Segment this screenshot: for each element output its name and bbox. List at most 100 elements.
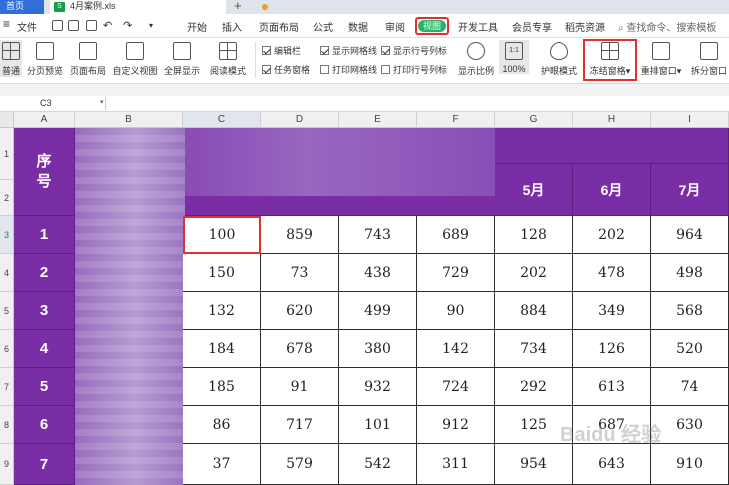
data-cell[interactable]: 132 [183,292,261,330]
check-formula-bar[interactable]: 编辑栏 [262,44,301,57]
active-cell[interactable]: 100 [183,216,261,254]
data-cell[interactable]: 185 [183,368,261,406]
data-cell[interactable]: 579 [261,444,339,485]
column-header[interactable]: C [183,112,261,128]
seq-cell[interactable]: 1 [14,216,75,254]
data-cell[interactable]: 734 [495,330,573,368]
data-cell[interactable]: 150 [183,254,261,292]
row-header[interactable]: 5 [0,292,14,330]
custom-view-button[interactable]: 自定义视图 [112,40,158,77]
data-cell[interactable]: 724 [417,368,495,406]
data-cell[interactable]: 438 [339,254,417,292]
seq-header-cell[interactable]: 序号 [14,128,75,216]
menu-tab-data[interactable]: 数据 [348,19,368,34]
select-all-corner[interactable] [0,112,14,128]
eye-protection-button[interactable]: 护眼模式 [539,40,579,77]
redo-icon[interactable]: ↷ [123,19,132,32]
column-header[interactable]: E [339,112,417,128]
data-cell[interactable]: 349 [573,292,651,330]
data-cell[interactable]: 932 [339,368,417,406]
column-header[interactable]: A [14,112,75,128]
row-header[interactable]: 7 [0,368,14,406]
menu-tab-insert[interactable]: 插入 [222,19,242,34]
seq-cell[interactable]: 6 [14,406,75,444]
menu-tab-docer[interactable]: 稻壳资源 [565,19,605,34]
page-break-preview-button[interactable]: 分页预览 [26,40,64,77]
menu-file[interactable]: 文件 [17,19,37,34]
seq-cell[interactable]: 4 [14,330,75,368]
column-header[interactable]: G [495,112,573,128]
row-header[interactable]: 8 [0,406,14,444]
data-cell[interactable]: 643 [573,444,651,485]
month-header-cell[interactable]: 6月 [573,164,651,216]
row-header[interactable]: 9 [0,444,14,485]
data-cell[interactable]: 910 [651,444,729,485]
data-cell[interactable]: 74 [651,368,729,406]
data-cell[interactable]: 202 [573,216,651,254]
data-cell[interactable]: 717 [261,406,339,444]
column-header[interactable]: F [417,112,495,128]
data-cell[interactable]: 86 [183,406,261,444]
menu-tab-formulas[interactable]: 公式 [313,19,333,34]
data-cell[interactable]: 729 [417,254,495,292]
data-cell[interactable]: 568 [651,292,729,330]
data-cell[interactable]: 498 [651,254,729,292]
menu-tab-page-layout[interactable]: 页面布局 [259,19,299,34]
data-cell[interactable]: 884 [495,292,573,330]
export-icon[interactable] [68,20,79,31]
row-header[interactable]: 6 [0,330,14,368]
data-cell[interactable]: 499 [339,292,417,330]
reading-mode-button[interactable]: 阅读模式 [206,40,250,77]
check-task-pane[interactable]: 任务窗格 [262,63,310,76]
data-cell[interactable]: 380 [339,330,417,368]
fullscreen-button[interactable]: 全屏显示 [163,40,201,77]
menu-tab-developer[interactable]: 开发工具 [458,19,498,34]
data-cell[interactable]: 142 [417,330,495,368]
menu-tab-review[interactable]: 审阅 [385,19,405,34]
check-print-gridlines[interactable]: 打印网格线 [320,63,377,76]
home-tab[interactable]: 首页 [0,0,44,14]
data-cell[interactable]: 859 [261,216,339,254]
data-cell[interactable]: 954 [495,444,573,485]
row-header[interactable]: 1 [0,128,14,180]
split-window-button[interactable]: 拆分窗口 [689,40,729,77]
data-cell[interactable]: 678 [261,330,339,368]
save-icon[interactable] [52,20,63,31]
data-cell[interactable]: 311 [417,444,495,485]
data-cell[interactable]: 184 [183,330,261,368]
data-cell[interactable]: 620 [261,292,339,330]
command-search[interactable]: ⌕ 查找命令、搜索模板 [618,19,716,34]
menu-tab-view[interactable]: 视图 [415,17,449,35]
data-cell[interactable]: 101 [339,406,417,444]
data-cell[interactable]: 292 [495,368,573,406]
month-header-cell[interactable]: 5月 [495,164,573,216]
file-tab[interactable]: S 4月案例.xls [50,0,268,14]
data-cell[interactable]: 542 [339,444,417,485]
data-cell[interactable]: 37 [183,444,261,485]
name-box-caret-icon[interactable]: ▾ [100,98,104,106]
more-caret-icon[interactable]: ▾ [149,21,153,30]
data-cell[interactable]: 743 [339,216,417,254]
check-headings[interactable]: 显示行号列标 [381,44,447,57]
seq-cell[interactable]: 2 [14,254,75,292]
seq-cell[interactable]: 7 [14,444,75,485]
data-cell[interactable]: 613 [573,368,651,406]
row-header[interactable]: 2 [0,180,14,216]
seq-cell[interactable]: 3 [14,292,75,330]
data-cell[interactable]: 964 [651,216,729,254]
data-cell[interactable]: 90 [417,292,495,330]
new-tab-plus-icon[interactable]: + [234,0,242,13]
hamburger-icon[interactable]: ≡ [3,17,10,31]
normal-view-button[interactable]: 普通 [0,40,22,77]
column-header[interactable]: B [75,112,183,128]
data-cell[interactable]: 689 [417,216,495,254]
undo-icon[interactable]: ↶ [103,19,112,32]
seq-cell[interactable]: 5 [14,368,75,406]
data-cell[interactable]: 630 [651,406,729,444]
zoom-100-button[interactable]: 1:1 100% [499,40,529,74]
check-print-headings[interactable]: 打印行号列标 [381,63,447,76]
row-header[interactable]: 4 [0,254,14,292]
month-header-cell[interactable]: 7月 [651,164,729,216]
page-layout-button[interactable]: 页面布局 [69,40,107,77]
data-cell[interactable]: 91 [261,368,339,406]
